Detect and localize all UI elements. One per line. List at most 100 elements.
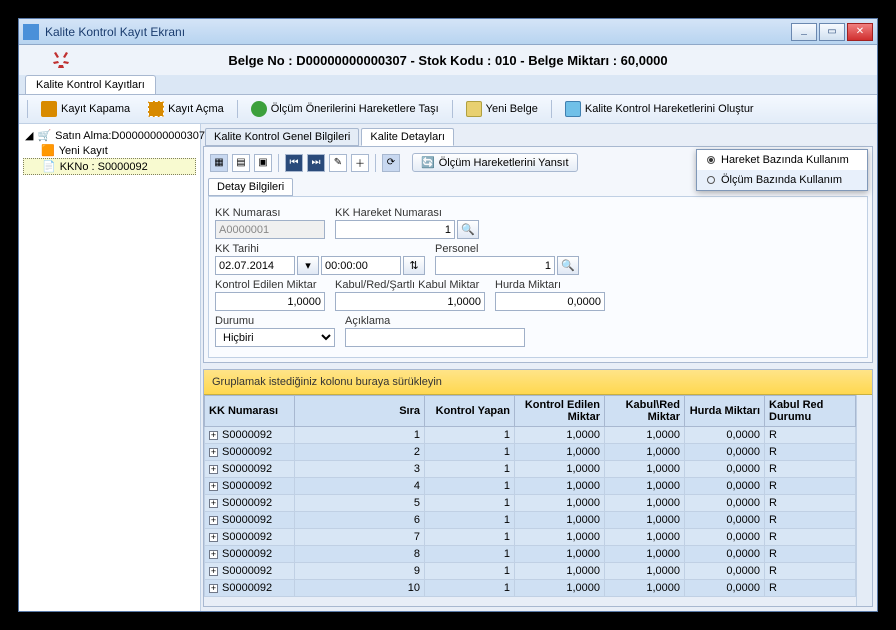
table-row[interactable]: +S0000092211,00001,00000,0000R (205, 444, 856, 461)
new-record-icon: 🟧 (41, 144, 55, 157)
kabul-red-miktar-input[interactable] (335, 292, 485, 311)
cart-icon: 🛒 (37, 129, 51, 142)
col-sira[interactable]: Sıra (295, 396, 425, 427)
kayit-kapama-button[interactable]: Kayıt Kapama (34, 98, 137, 120)
personel-input[interactable] (435, 256, 555, 275)
tree-kkno[interactable]: 📄 KKNo : S0000092 (23, 158, 196, 175)
olcum-oneri-button[interactable]: Ölçüm Önerilerini Hareketlere Taşı (244, 98, 446, 120)
aciklama-label: Açıklama (345, 315, 525, 327)
expand-icon[interactable]: + (209, 516, 218, 525)
date-picker-icon[interactable]: ▾ (297, 256, 319, 275)
hareket-olustur-button[interactable]: Kalite Kontrol Hareketlerini Oluştur (558, 98, 761, 120)
main-tabstrip: Kalite Kontrol Kayıtları (19, 75, 877, 95)
tree-panel: ◢ 🛒 Satın Alma:D00000000000307 🟧 Yeni Ka… (19, 124, 201, 611)
tree-root[interactable]: ◢ 🛒 Satın Alma:D00000000000307 (23, 128, 196, 143)
table-row[interactable]: +S0000092711,00001,00000,0000R (205, 529, 856, 546)
tab-genel-bilgileri[interactable]: Kalite Kontrol Genel Bilgileri (205, 128, 359, 146)
personel-label: Personel (435, 243, 579, 255)
grid-view-icon[interactable]: ▦ (210, 154, 228, 172)
tab-kalite-kayitlari[interactable]: Kalite Kontrol Kayıtları (25, 75, 156, 94)
collapse-icon: ◢ (25, 129, 33, 142)
table-row[interactable]: +S00000921011,00001,00000,0000R (205, 580, 856, 597)
tab-kalite-detaylari[interactable]: Kalite Detayları (361, 128, 454, 146)
expand-icon[interactable]: + (209, 482, 218, 491)
nav-last-icon[interactable]: ⏭ (307, 154, 325, 172)
col-kontrol-yapan[interactable]: Kontrol Yapan (425, 396, 515, 427)
data-grid[interactable]: KK Numarası Sıra Kontrol Yapan Kontrol E… (204, 395, 856, 606)
kk-num-label: KK Numarası (215, 207, 325, 219)
kullanim-menu: Hareket Bazında Kullanım Ölçüm Bazında K… (696, 149, 868, 191)
kontrol-miktar-input[interactable] (215, 292, 325, 311)
radio-on-icon (707, 156, 715, 164)
detail-panel: Hareket Bazında Kullanım Ölçüm Bazında K… (203, 146, 873, 363)
expand-icon[interactable]: + (209, 567, 218, 576)
expand-icon[interactable]: + (209, 499, 218, 508)
expand-icon[interactable]: + (209, 431, 218, 440)
maximize-button[interactable]: ▭ (819, 23, 845, 41)
record-icon: 📄 (42, 160, 56, 173)
table-row[interactable]: +S0000092111,00001,00000,0000R (205, 427, 856, 444)
tree-yeni-kayit[interactable]: 🟧 Yeni Kayıt (23, 143, 196, 158)
expand-icon[interactable]: + (209, 550, 218, 559)
expand-icon[interactable]: + (209, 448, 218, 457)
menu-olcum-bazinda[interactable]: Ölçüm Bazında Kullanım (697, 170, 867, 190)
personel-lookup[interactable]: 🔍 (557, 256, 579, 275)
grid-scrollbar[interactable] (856, 395, 872, 606)
kayit-acma-button[interactable]: Kayıt Açma (141, 98, 231, 120)
kk-hareket-input[interactable] (335, 220, 455, 239)
kk-num-input[interactable] (215, 220, 325, 239)
col-kabul-red-miktar[interactable]: Kabul\Red Miktar (605, 396, 685, 427)
kabul-red-miktar-label: Kabul/Red/Şartlı Kabul Miktar (335, 279, 485, 291)
time-spinner-icon[interactable]: ⇅ (403, 256, 425, 275)
add-icon[interactable]: ＋ (351, 154, 369, 172)
header-band: Belge No : D00000000000307 - Stok Kodu :… (19, 45, 877, 75)
group-by-bar[interactable]: Gruplamak istediğiniz kolonu buraya sürü… (204, 370, 872, 395)
nav-first-icon[interactable]: ⏮ (285, 154, 303, 172)
menu-hareket-bazinda[interactable]: Hareket Bazında Kullanım (697, 150, 867, 170)
document-icon (466, 101, 482, 117)
main-toolbar: Kayıt Kapama Kayıt Açma Ölçüm Önerilerin… (19, 95, 877, 124)
col-hurda-miktari[interactable]: Hurda Miktarı (685, 396, 765, 427)
window-buttons: ﹘ ▭ ✕ (791, 23, 873, 41)
table-row[interactable]: +S0000092811,00001,00000,0000R (205, 546, 856, 563)
table-row[interactable]: +S0000092611,00001,00000,0000R (205, 512, 856, 529)
col-kabul-red-durumu[interactable]: Kabul Red Durumu (765, 396, 856, 427)
kk-tarihi-date-input[interactable] (215, 256, 295, 275)
aciklama-input[interactable] (345, 328, 525, 347)
kk-tarihi-time-input[interactable] (321, 256, 401, 275)
edit-icon[interactable]: ✎ (329, 154, 347, 172)
col-kontrol-edilen-miktar[interactable]: Kontrol Edilen Miktar (515, 396, 605, 427)
minimize-button[interactable]: ﹘ (791, 23, 817, 41)
durumu-label: Durumu (215, 315, 335, 327)
table-row[interactable]: +S0000092311,00001,00000,0000R (205, 461, 856, 478)
hurda-miktar-input[interactable] (495, 292, 605, 311)
expand-icon[interactable]: + (209, 465, 218, 474)
reflect-button[interactable]: 🔄 Ölçüm Hareketlerini Yansıt (412, 153, 578, 172)
calendar-icon[interactable]: ▣ (254, 154, 272, 172)
reflect-icon: 🔄 (421, 156, 435, 169)
kk-tarihi-label: KK Tarihi (215, 243, 425, 255)
kk-hareket-lookup[interactable]: 🔍 (457, 220, 479, 239)
arrow-left-icon (251, 101, 267, 117)
hurda-miktar-label: Hurda Miktarı (495, 279, 605, 291)
durumu-select[interactable]: Hiçbiri (215, 328, 335, 347)
table-row[interactable]: +S0000092911,00001,00000,0000R (205, 563, 856, 580)
grid-panel: Gruplamak istediğiniz kolonu buraya sürü… (203, 369, 873, 607)
table-row[interactable]: +S0000092511,00001,00000,0000R (205, 495, 856, 512)
expand-icon[interactable]: + (209, 584, 218, 593)
close-button[interactable]: ✕ (847, 23, 873, 41)
lock-icon (41, 101, 57, 117)
table-row[interactable]: +S0000092411,00001,00000,0000R (205, 478, 856, 495)
yeni-belge-button[interactable]: Yeni Belge (459, 98, 545, 120)
refresh-icon[interactable]: ⟳ (382, 154, 400, 172)
form-view-icon[interactable]: ▤ (232, 154, 250, 172)
unlock-icon (148, 101, 164, 117)
document-plus-icon (565, 101, 581, 117)
recycle-icon (49, 48, 73, 72)
kk-hareket-label: KK Hareket Numarası (335, 207, 479, 219)
col-kk-numarasi[interactable]: KK Numarası (205, 396, 295, 427)
app-icon (23, 24, 39, 40)
window-title: Kalite Kontrol Kayıt Ekranı (45, 25, 791, 39)
tab-detay-bilgileri[interactable]: Detay Bilgileri (208, 178, 293, 196)
expand-icon[interactable]: + (209, 533, 218, 542)
